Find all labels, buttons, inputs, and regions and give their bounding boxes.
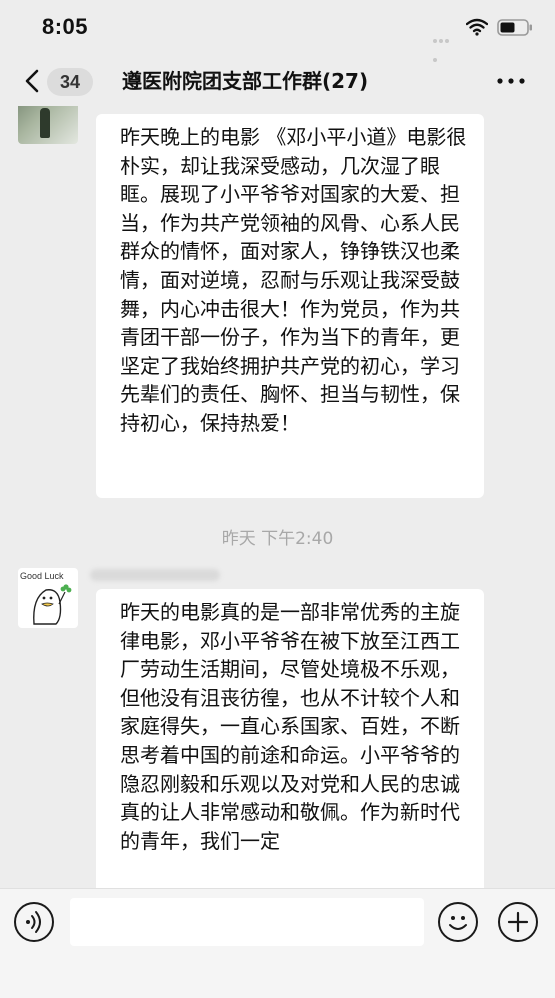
voice-button[interactable] (14, 902, 54, 942)
status-bar: 8:05 (0, 0, 555, 62)
chat-header: 34 遵医附院团支部工作群(27) (0, 56, 555, 106)
more-dots-icon[interactable] (497, 78, 525, 84)
chat-title: 遵医附院团支部工作群(27) (122, 69, 369, 93)
emoji-button[interactable] (438, 902, 478, 942)
signal-dots-icon (433, 28, 455, 62)
message-input[interactable] (70, 898, 424, 946)
avatar[interactable]: Good Luck (18, 568, 78, 628)
add-button[interactable] (498, 902, 538, 942)
emoji-icon (449, 916, 467, 930)
duck-avatar-icon (33, 584, 72, 625)
status-time: 8:05 (42, 14, 89, 39)
input-bar (0, 888, 555, 998)
voice-icon (26, 911, 41, 933)
sender-name (90, 569, 220, 581)
avatar-photo (40, 108, 50, 138)
message-list[interactable]: 昨天晚上的电影 《邓小平小道》电影很朴实，却让我深受感动，几次湿了眼眶。展现了小… (0, 106, 555, 888)
chevron-left-icon[interactable] (22, 68, 42, 94)
avatar[interactable] (18, 106, 78, 144)
message-timestamp: 昨天 下午2:40 (221, 529, 334, 549)
battery-icon (497, 19, 532, 36)
plus-icon (507, 911, 529, 933)
message-bubble[interactable]: 昨天的电影真的是一部非常优秀的主旋律电影，邓小平爷爷在被下放至江西工厂劳动生活期… (96, 589, 484, 888)
message-bubble[interactable]: 昨天晚上的电影 《邓小平小道》电影很朴实，却让我深受感动，几次湿了眼眶。展现了小… (96, 114, 484, 498)
wifi-icon (466, 18, 488, 36)
unread-count-badge[interactable]: 34 (47, 68, 93, 96)
